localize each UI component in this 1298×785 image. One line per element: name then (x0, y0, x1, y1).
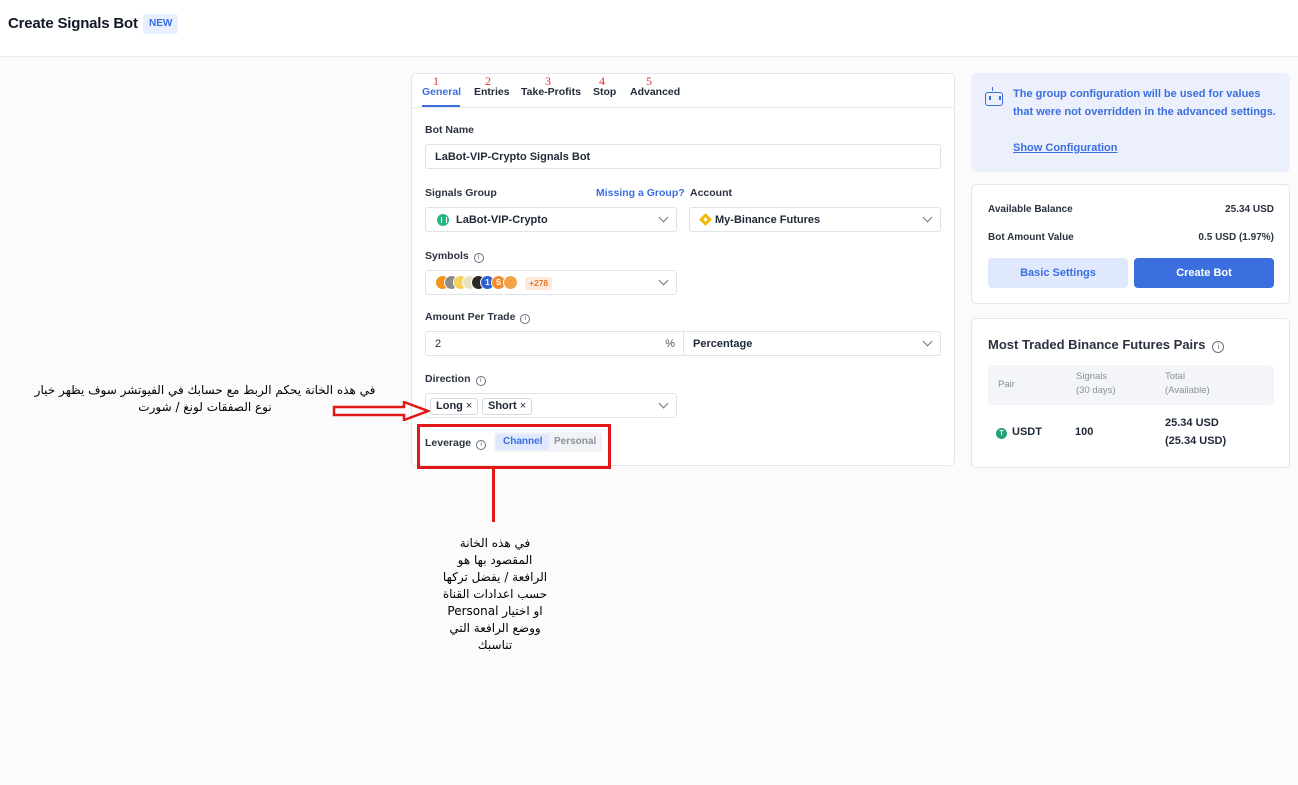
pair-name: USDT (1012, 426, 1042, 438)
direction-tag-short: Short × (482, 398, 533, 415)
tab-take-profits[interactable]: Take-Profits (521, 86, 581, 98)
balance-card: Available Balance 25.34 USD Bot Amount V… (971, 184, 1290, 304)
create-bot-button[interactable]: Create Bot (1134, 258, 1274, 288)
direction-tag-label: Long (436, 400, 463, 412)
symbols-select[interactable]: 1 S +278 (425, 270, 677, 295)
chevron-down-icon (922, 336, 933, 347)
header-signals: Signals (1076, 371, 1108, 382)
bot-amount-value: 0.5 USD (1.97%) (1198, 232, 1274, 243)
leverage-highlight-box (417, 424, 611, 469)
usdt-icon: T (996, 428, 1007, 439)
header-pair: Pair (998, 379, 1015, 390)
group-config-notice: The group configuration will be used for… (971, 73, 1290, 172)
amount-type-value: Percentage (693, 338, 753, 350)
leverage-annotation-line (492, 469, 495, 522)
direction-tag-long: Long × (430, 398, 479, 415)
top-bar: Create Signals Bot NEW (0, 0, 1298, 57)
bot-amount-label: Bot Amount Value (988, 232, 1074, 243)
tab-advanced[interactable]: Advanced (630, 86, 680, 98)
missing-group-link[interactable]: Missing a Group? (596, 187, 685, 199)
account-label: Account (690, 187, 732, 199)
tab-entries[interactable]: Entries (474, 86, 510, 98)
leverage-note-line: الرافعة / يفضل تركها (442, 570, 548, 584)
direction-select[interactable]: Long × Short × (425, 393, 677, 418)
remove-tag-icon[interactable]: × (520, 400, 526, 412)
settings-tabs: 1 2 3 4 5 General Entries Take-Profits S… (412, 74, 954, 108)
bot-name-input[interactable]: LaBot-VIP-Crypto Signals Bot (425, 144, 941, 169)
show-configuration-link[interactable]: Show Configuration (1013, 142, 1117, 154)
robot-icon (985, 87, 1003, 106)
direction-label: Direction i (425, 373, 486, 386)
header-total-sub: (Available) (1165, 385, 1210, 396)
notice-text: The group configuration will be used for… (1013, 88, 1276, 118)
binance-icon (699, 213, 712, 226)
new-badge: NEW (143, 14, 179, 34)
direction-label-text: Direction (425, 373, 471, 385)
info-icon[interactable]: i (520, 314, 531, 324)
tab-general[interactable]: General (422, 86, 461, 98)
header-total: Total (1165, 371, 1186, 382)
bot-name-label: Bot Name (425, 124, 475, 136)
chevron-down-icon (658, 275, 669, 286)
leverage-note-line: في هذه الخانة (459, 536, 531, 550)
page-title: Create Signals Bot (8, 15, 138, 32)
pair-available: (25.34 USD) (1165, 435, 1227, 447)
amount-label: Amount Per Trade i (425, 311, 531, 324)
amount-input[interactable]: 2 % (425, 331, 684, 356)
remove-tag-icon[interactable]: × (466, 400, 472, 412)
amount-value: 2 (435, 338, 442, 350)
account-select[interactable]: My-Binance Futures (689, 207, 941, 232)
info-icon[interactable]: i (1212, 341, 1225, 353)
amount-label-text: Amount Per Trade (425, 311, 516, 323)
group-icon (437, 214, 449, 226)
pair-total: 25.34 USD (1165, 417, 1219, 429)
info-icon[interactable]: i (473, 253, 484, 263)
coin-icon (503, 275, 518, 290)
tab-stop[interactable]: Stop (593, 86, 616, 98)
chevron-down-icon (658, 212, 669, 223)
header-signals-sub: (30 days) (1076, 385, 1116, 396)
leverage-note-line: تناسبك (477, 638, 513, 652)
more-symbols-badge: +278 (525, 277, 553, 290)
pair-signals: 100 (1075, 426, 1094, 438)
basic-settings-button[interactable]: Basic Settings (988, 258, 1128, 288)
leverage-note-line: او اختيار Personal (447, 604, 543, 618)
available-balance-value: 25.34 USD (1225, 204, 1274, 215)
leverage-note-line: حسب اعدادات القناة (442, 587, 548, 601)
chevron-down-icon (658, 398, 669, 409)
direction-tag-label: Short (488, 400, 517, 412)
pairs-title-text: Most Traded Binance Futures Pairs (988, 337, 1206, 352)
leverage-annotation: في هذه الخانة المقصود بها هو الرافعة / ي… (420, 535, 570, 654)
bot-settings-card: 1 2 3 4 5 General Entries Take-Profits S… (411, 73, 955, 466)
leverage-note-line: ووضع الرافعة التي (449, 621, 541, 635)
available-balance-label: Available Balance (988, 204, 1073, 215)
pairs-table-header: Pair Signals (30 days) Total (Available) (988, 365, 1274, 405)
signals-group-label: Signals Group (425, 187, 497, 199)
active-tab-indicator (422, 105, 460, 107)
amount-type-select[interactable]: Percentage (683, 331, 941, 356)
info-icon[interactable]: i (475, 376, 486, 386)
most-traded-pairs-card: Most Traded Binance Futures Pairs i Pair … (971, 318, 1290, 468)
symbols-label-text: Symbols (425, 250, 469, 262)
symbols-label: Symbols i (425, 250, 484, 263)
chevron-down-icon (922, 212, 933, 223)
arrow-annotation (332, 401, 430, 421)
bot-name-value: LaBot-VIP-Crypto Signals Bot (435, 151, 591, 163)
leverage-note-line: المقصود بها هو (457, 553, 533, 567)
pairs-title: Most Traded Binance Futures Pairs i (988, 337, 1225, 353)
signals-group-select[interactable]: LaBot-VIP-Crypto (425, 207, 677, 232)
amount-unit: % (665, 338, 675, 350)
direction-annotation-line1: في هذه الخانة يحكم الربط مع حسابك في الف… (34, 383, 376, 397)
signals-group-value: LaBot-VIP-Crypto (456, 214, 548, 226)
account-value: My-Binance Futures (715, 214, 821, 226)
